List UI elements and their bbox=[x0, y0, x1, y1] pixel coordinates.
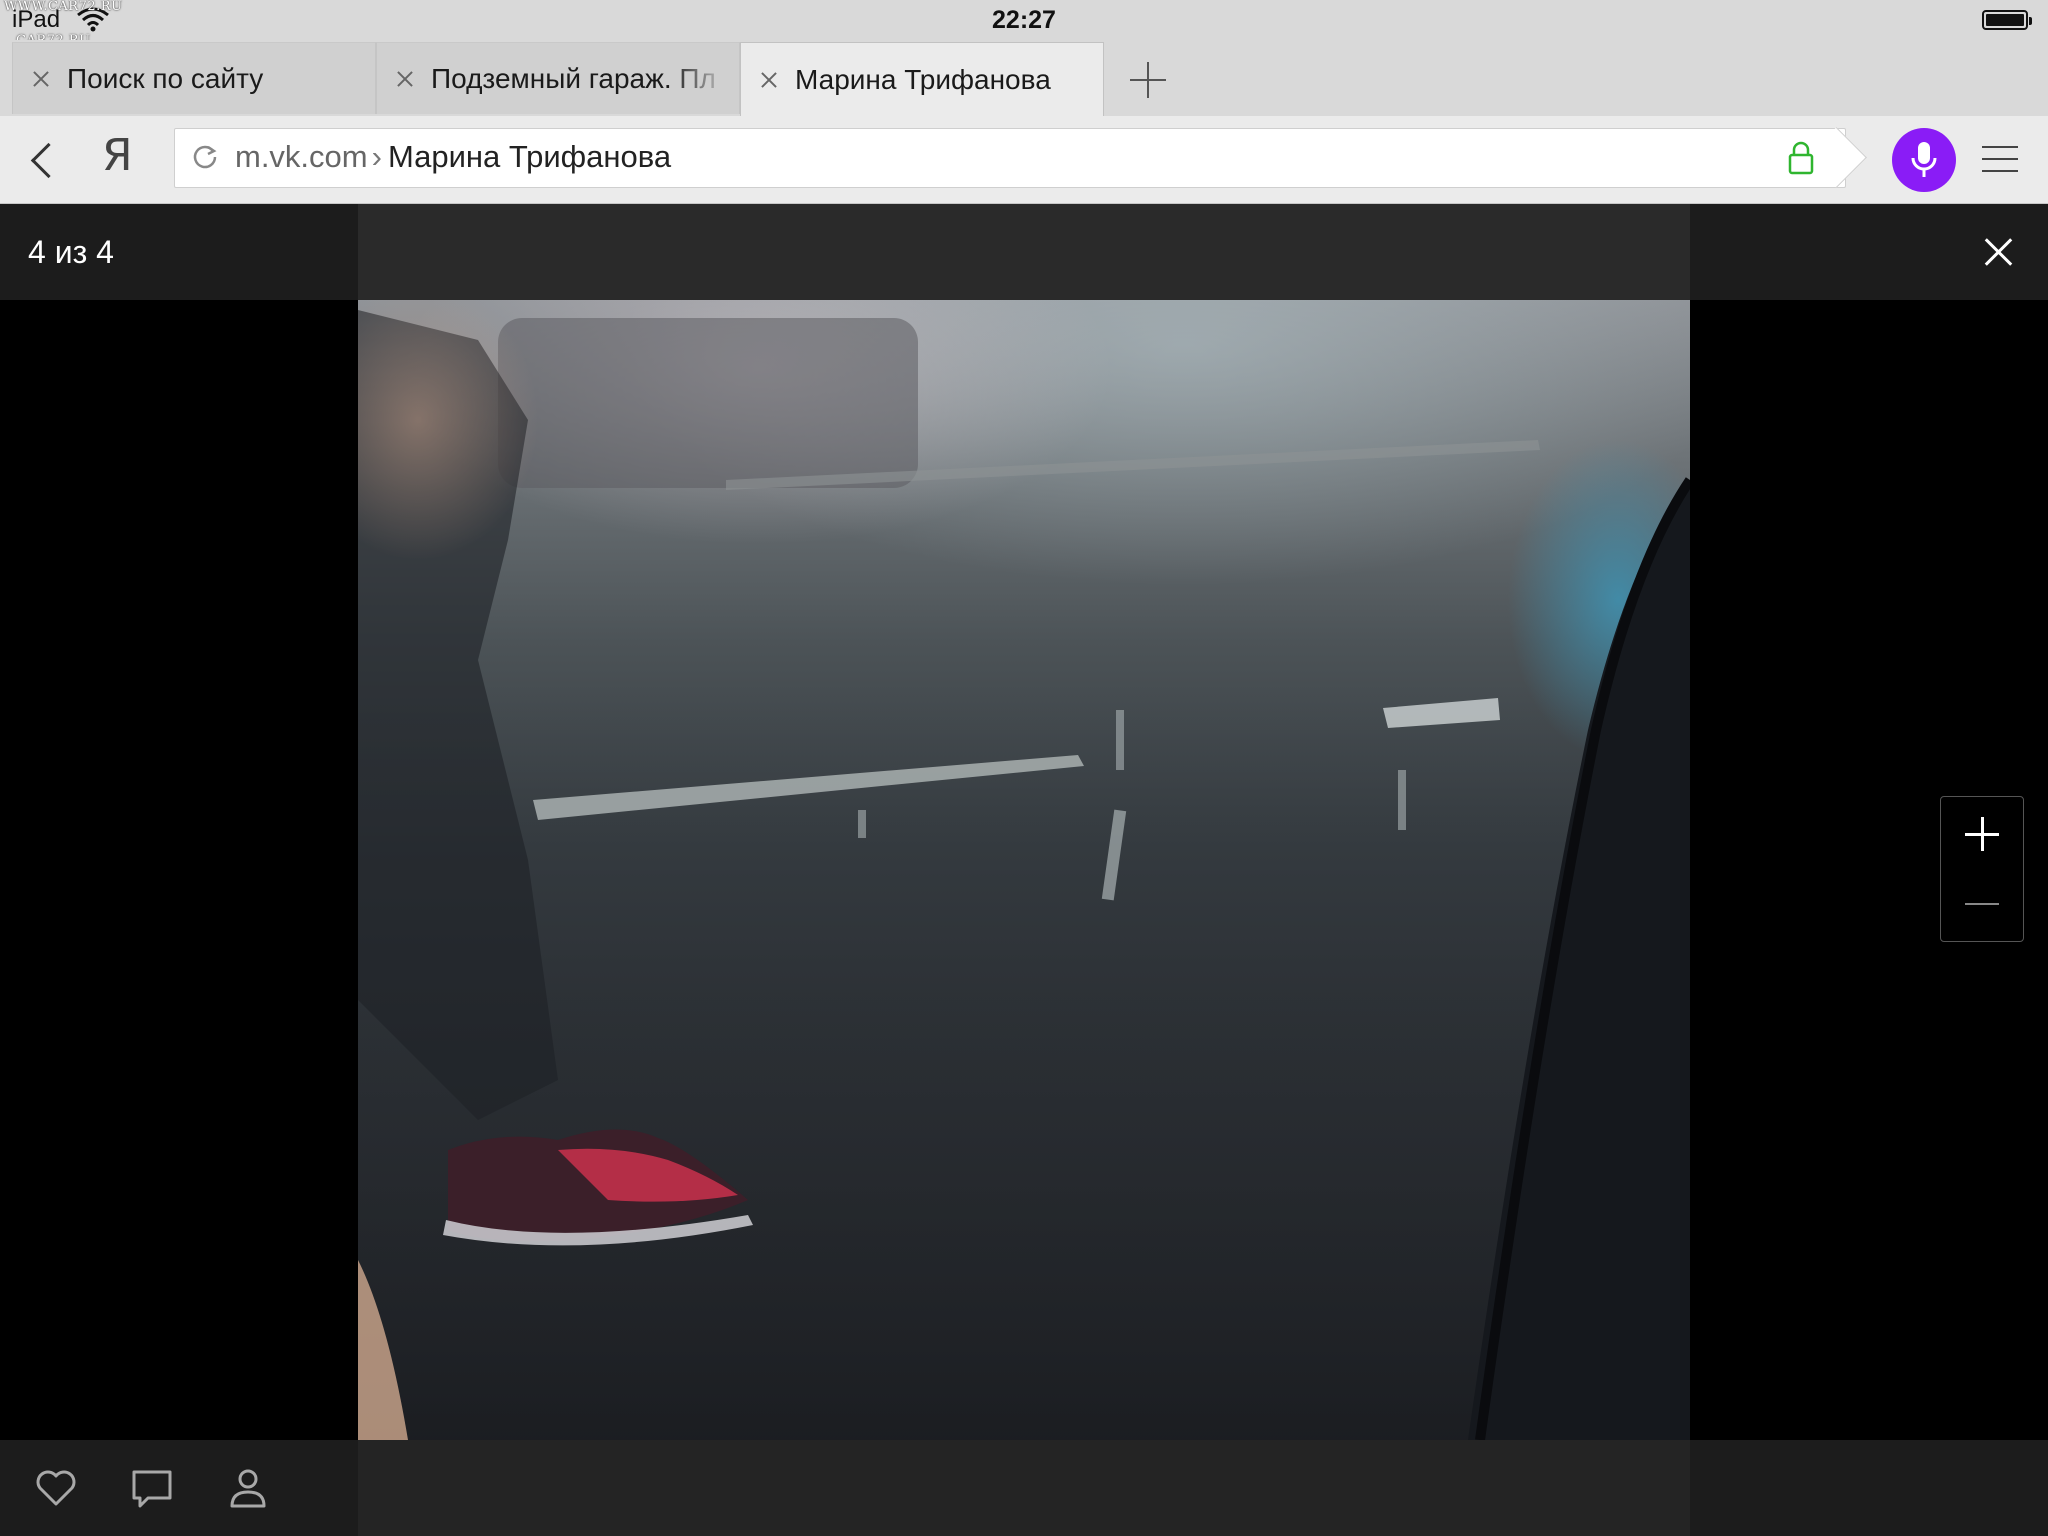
photo-viewer: 4 из 4 bbox=[0, 204, 2048, 1536]
person-icon[interactable] bbox=[224, 1464, 272, 1512]
viewer-footer bbox=[0, 1440, 2048, 1536]
url-separator: › bbox=[371, 139, 382, 174]
battery-icon bbox=[1982, 10, 2032, 30]
tab-underground-garage[interactable]: Подземный гараж. Пл bbox=[376, 42, 740, 114]
zoom-in-icon[interactable] bbox=[1941, 797, 2023, 869]
tab-title: Поиск по сайту bbox=[67, 62, 264, 94]
heart-icon[interactable] bbox=[32, 1464, 80, 1512]
close-tab-icon[interactable] bbox=[27, 65, 55, 93]
menu-button[interactable] bbox=[1982, 140, 2018, 180]
tab-site-search[interactable]: Поиск по сайту bbox=[12, 42, 376, 114]
back-button[interactable] bbox=[22, 138, 66, 182]
lock-icon[interactable] bbox=[1787, 141, 1815, 175]
navigation-bar: Я m.vk.com › Марина Трифанова bbox=[0, 116, 2048, 204]
close-icon[interactable] bbox=[1978, 232, 2018, 272]
tab-strip: Поиск по сайту Подземный гараж. Пл Марин… bbox=[0, 40, 2048, 116]
photo-counter: 4 из 4 bbox=[28, 234, 114, 270]
tab-title: Марина Трифанова bbox=[795, 63, 1051, 95]
zoom-out-icon[interactable] bbox=[1941, 869, 2023, 941]
close-tab-icon[interactable] bbox=[391, 65, 419, 93]
photo[interactable] bbox=[358, 300, 1690, 1440]
clock: 22:27 bbox=[992, 6, 1056, 34]
reload-icon[interactable] bbox=[191, 143, 219, 171]
url-text: m.vk.com › Марина Трифанова bbox=[235, 139, 671, 175]
watermark-top: WWW.CAR72.RU bbox=[4, 0, 123, 14]
zoom-control bbox=[1940, 796, 2024, 942]
voice-search-button[interactable] bbox=[1892, 128, 1956, 192]
url-page-title: Марина Трифанова bbox=[387, 139, 672, 174]
close-tab-icon[interactable] bbox=[755, 66, 783, 94]
address-field[interactable]: m.vk.com › Марина Трифанова bbox=[174, 128, 1846, 188]
status-bar: iPad 22:27 WWW.CAR72.RU CAR72.RU bbox=[0, 0, 2048, 48]
viewer-header: 4 из 4 bbox=[0, 204, 2048, 300]
microphone-icon bbox=[1911, 142, 1937, 177]
yandex-logo-button[interactable]: Я bbox=[102, 130, 133, 181]
tab-marina-trifanova[interactable]: Марина Трифанова bbox=[740, 42, 1104, 116]
comment-icon[interactable] bbox=[128, 1464, 176, 1512]
parking-photo-image bbox=[358, 300, 1690, 1440]
new-tab-button[interactable] bbox=[1126, 58, 1170, 102]
url-domain: m.vk.com bbox=[235, 139, 368, 174]
